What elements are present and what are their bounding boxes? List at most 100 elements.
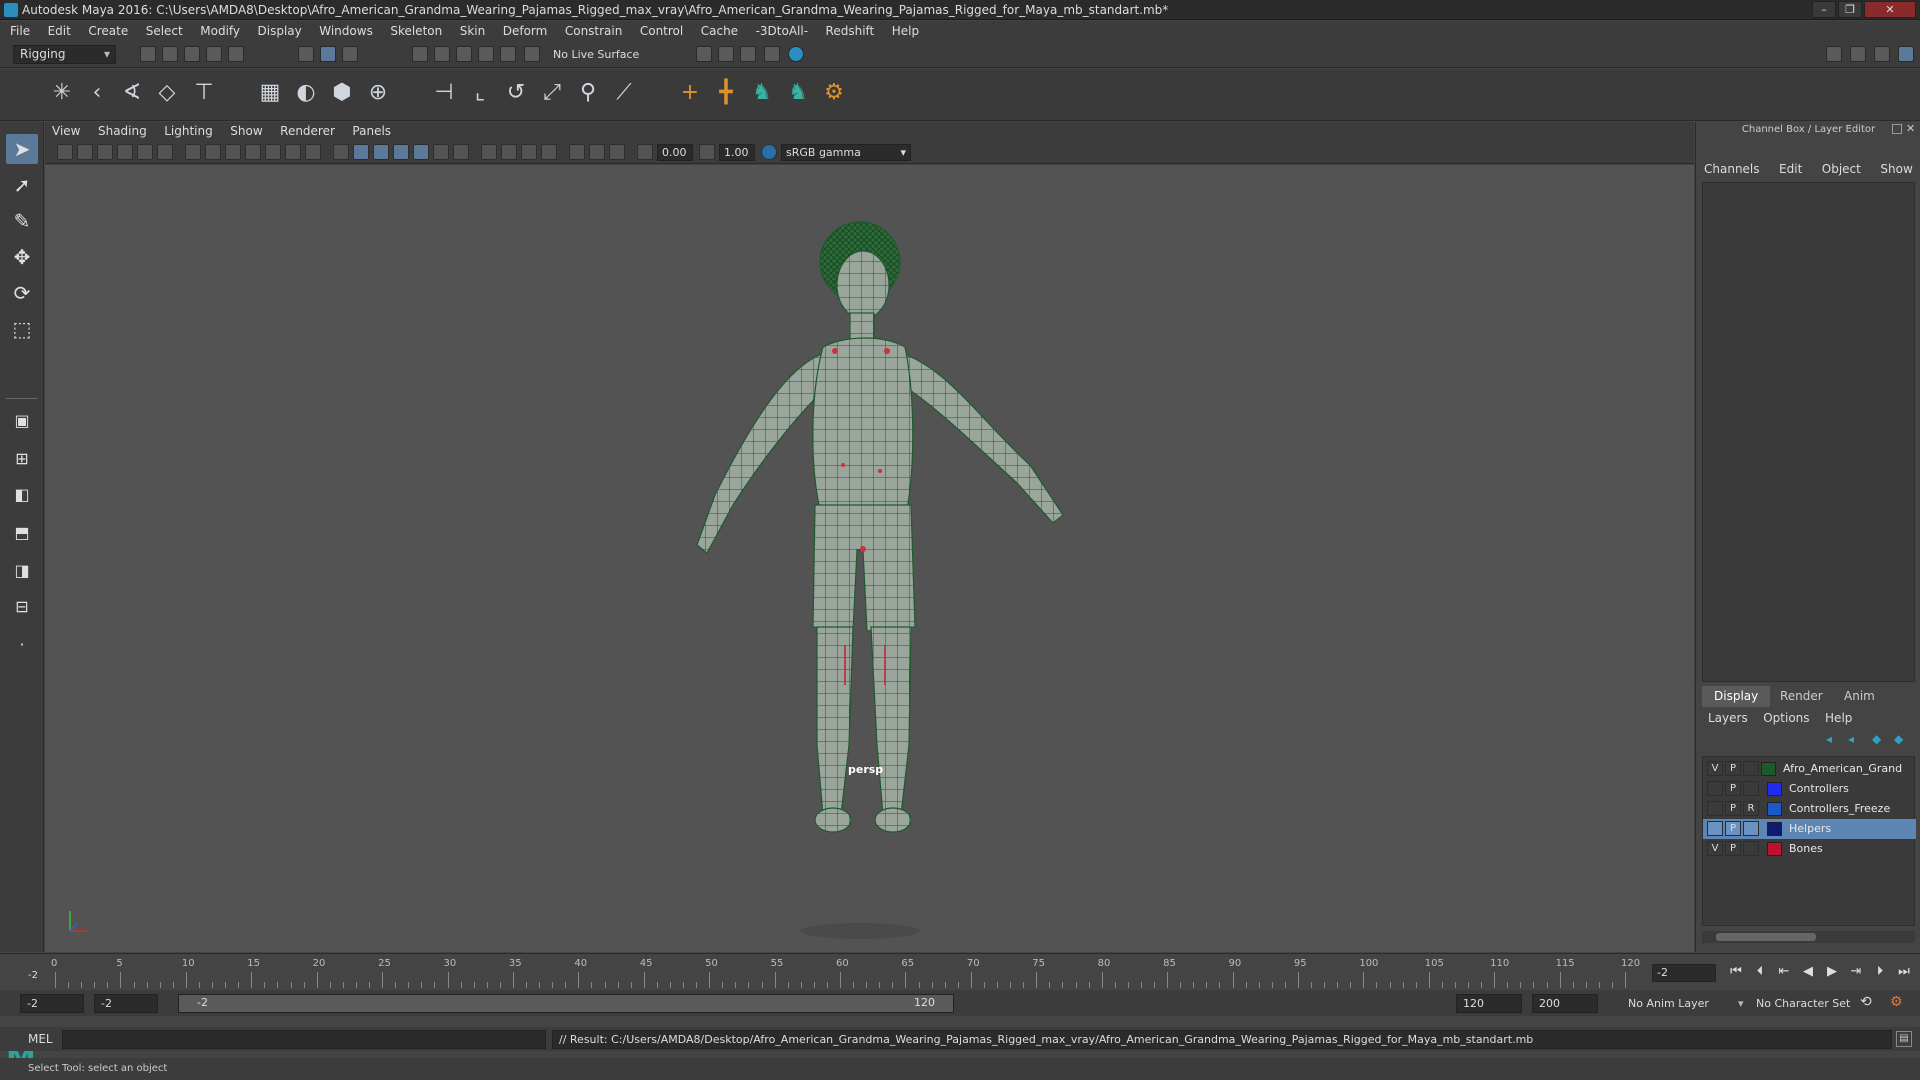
- new-layer-selected-icon[interactable]: ◆: [1894, 732, 1903, 746]
- layer-row[interactable]: P R Controllers_Freeze: [1703, 799, 1916, 819]
- ambient-occlusion-icon[interactable]: [453, 144, 469, 160]
- playback-start-field[interactable]: -2: [94, 994, 158, 1013]
- aim-constraint-icon[interactable]: ⌞: [466, 79, 494, 107]
- select-hierarchy-icon[interactable]: [298, 46, 314, 62]
- layer-color-swatch[interactable]: [1767, 802, 1782, 816]
- menu-control[interactable]: Control: [633, 21, 690, 41]
- safe-title-icon[interactable]: [305, 144, 321, 160]
- layer-playback-toggle[interactable]: P: [1725, 821, 1741, 836]
- layer-playback-toggle[interactable]: P: [1725, 841, 1741, 856]
- gate-mask-icon[interactable]: [245, 144, 261, 160]
- play-forwards-icon[interactable]: ▶: [1822, 962, 1842, 982]
- layer-visibility-toggle[interactable]: [1707, 781, 1723, 796]
- pole-vector-icon[interactable]: ⟋: [610, 79, 638, 107]
- exposure-icon[interactable]: [637, 144, 653, 160]
- xray-icon[interactable]: [569, 144, 585, 160]
- go-to-start-icon[interactable]: ⏮: [1726, 962, 1746, 982]
- mirror-joint-icon[interactable]: ◇: [153, 79, 181, 107]
- layer-visibility-toggle[interactable]: [1707, 821, 1723, 836]
- textured-icon[interactable]: [393, 144, 409, 160]
- menu-edit[interactable]: Edit: [41, 21, 78, 41]
- menu-set-dropdown[interactable]: Rigging: [13, 45, 116, 64]
- menu-skeleton[interactable]: Skeleton: [383, 21, 449, 41]
- open-scene-icon[interactable]: [162, 46, 178, 62]
- lasso-tool-icon[interactable]: ➚: [6, 170, 38, 200]
- multisample-icon[interactable]: [501, 144, 517, 160]
- layer-playback-toggle[interactable]: P: [1725, 761, 1741, 776]
- script-editor-icon[interactable]: ▤: [1896, 1031, 1912, 1047]
- float-panel-icon[interactable]: [1892, 124, 1902, 134]
- layer-visibility-toggle[interactable]: V: [1707, 761, 1723, 776]
- undo-icon[interactable]: [206, 46, 222, 62]
- select-tool-icon[interactable]: ➤: [6, 134, 38, 164]
- bookmark-icon[interactable]: [97, 144, 113, 160]
- rotate-tool-icon[interactable]: ⟳: [6, 278, 38, 308]
- outliner-layout-icon[interactable]: ⊟: [6, 592, 38, 622]
- menu-constrain[interactable]: Constrain: [558, 21, 630, 41]
- tab-edit[interactable]: Edit: [1771, 160, 1810, 178]
- layer-display-type-toggle[interactable]: [1743, 821, 1759, 836]
- live-surface-field[interactable]: No Live Surface: [553, 45, 661, 64]
- wireframe-on-shaded-icon[interactable]: [373, 144, 389, 160]
- menu-windows[interactable]: Windows: [312, 21, 380, 41]
- paint-weights-icon[interactable]: ◐: [292, 79, 320, 107]
- select-camera-icon[interactable]: [57, 144, 73, 160]
- cluster-icon[interactable]: ⊕: [364, 79, 392, 107]
- menu-3dtoall[interactable]: -3DtoAll-: [749, 21, 815, 41]
- film-gate-icon[interactable]: [205, 144, 221, 160]
- menu-skin[interactable]: Skin: [453, 21, 493, 41]
- lattice-icon[interactable]: ⬢: [328, 79, 356, 107]
- four-view-icon[interactable]: ⊞: [6, 444, 38, 474]
- animation-end-field[interactable]: 200: [1532, 994, 1598, 1013]
- custom-layout-icon[interactable]: ·: [6, 630, 38, 660]
- step-back-key-icon[interactable]: ⇤: [1774, 962, 1794, 982]
- cluster-handle-icon[interactable]: ╋: [712, 79, 740, 107]
- select-object-icon[interactable]: [320, 46, 336, 62]
- xray-joints-icon[interactable]: [589, 144, 605, 160]
- step-forward-key-icon[interactable]: ⇥: [1846, 962, 1866, 982]
- save-scene-icon[interactable]: [184, 46, 200, 62]
- redo-icon[interactable]: [228, 46, 244, 62]
- modeling-toolkit-icon[interactable]: [1826, 46, 1842, 62]
- joint-tool-icon[interactable]: ✳: [48, 79, 76, 107]
- depth-of-field-icon[interactable]: [521, 144, 537, 160]
- image-plane-icon[interactable]: [117, 144, 133, 160]
- exposure-field[interactable]: 0.00: [657, 144, 693, 161]
- orient-joint-icon[interactable]: ⊤: [190, 79, 218, 107]
- perspective-viewport[interactable]: persp: [45, 165, 1694, 952]
- select-component-icon[interactable]: [342, 46, 358, 62]
- snap-live-icon[interactable]: [500, 46, 516, 62]
- layer-color-swatch[interactable]: [1767, 822, 1782, 836]
- tab-render[interactable]: Render: [1768, 686, 1835, 707]
- layer-row[interactable]: P Controllers: [1703, 779, 1916, 799]
- maximize-button[interactable]: ❐: [1838, 1, 1862, 18]
- viewport-menu-show[interactable]: Show: [223, 122, 269, 141]
- script-language-label[interactable]: MEL: [28, 1031, 53, 1047]
- play-backwards-icon[interactable]: ◀: [1798, 962, 1818, 982]
- minimize-button[interactable]: –: [1812, 1, 1836, 18]
- viewport-menu-shading[interactable]: Shading: [91, 122, 154, 141]
- layer-color-swatch[interactable]: [1761, 762, 1776, 776]
- gamma-field[interactable]: 1.00: [719, 144, 755, 161]
- layer-color-swatch[interactable]: [1767, 782, 1782, 796]
- layer-menu-layers[interactable]: Layers: [1702, 709, 1754, 727]
- parent-constraint-icon[interactable]: ⚲: [574, 79, 602, 107]
- menu-create[interactable]: Create: [81, 21, 135, 41]
- menu-help[interactable]: Help: [885, 21, 926, 41]
- menu-modify[interactable]: Modify: [193, 21, 247, 41]
- anim-layer-dropdown[interactable]: No Anim Layer: [1628, 994, 1709, 1013]
- tab-channels[interactable]: Channels: [1696, 160, 1768, 178]
- move-tool-icon[interactable]: ✥: [6, 242, 38, 272]
- tab-anim[interactable]: Anim: [1832, 686, 1887, 707]
- layer-playback-toggle[interactable]: P: [1725, 801, 1741, 816]
- layer-row[interactable]: V P Bones: [1703, 839, 1916, 859]
- layer-color-swatch[interactable]: [1767, 842, 1782, 856]
- layer-display-type-toggle[interactable]: [1743, 781, 1759, 796]
- range-slider[interactable]: -2 120: [178, 994, 954, 1013]
- close-panel-icon[interactable]: ✕: [1906, 122, 1915, 135]
- command-input[interactable]: [62, 1030, 546, 1049]
- camera-attributes-icon[interactable]: [77, 144, 93, 160]
- layer-row[interactable]: V P Afro_American_Grandma: [1703, 759, 1916, 779]
- close-button[interactable]: ✕: [1864, 1, 1916, 18]
- symmetry-icon[interactable]: [524, 46, 540, 62]
